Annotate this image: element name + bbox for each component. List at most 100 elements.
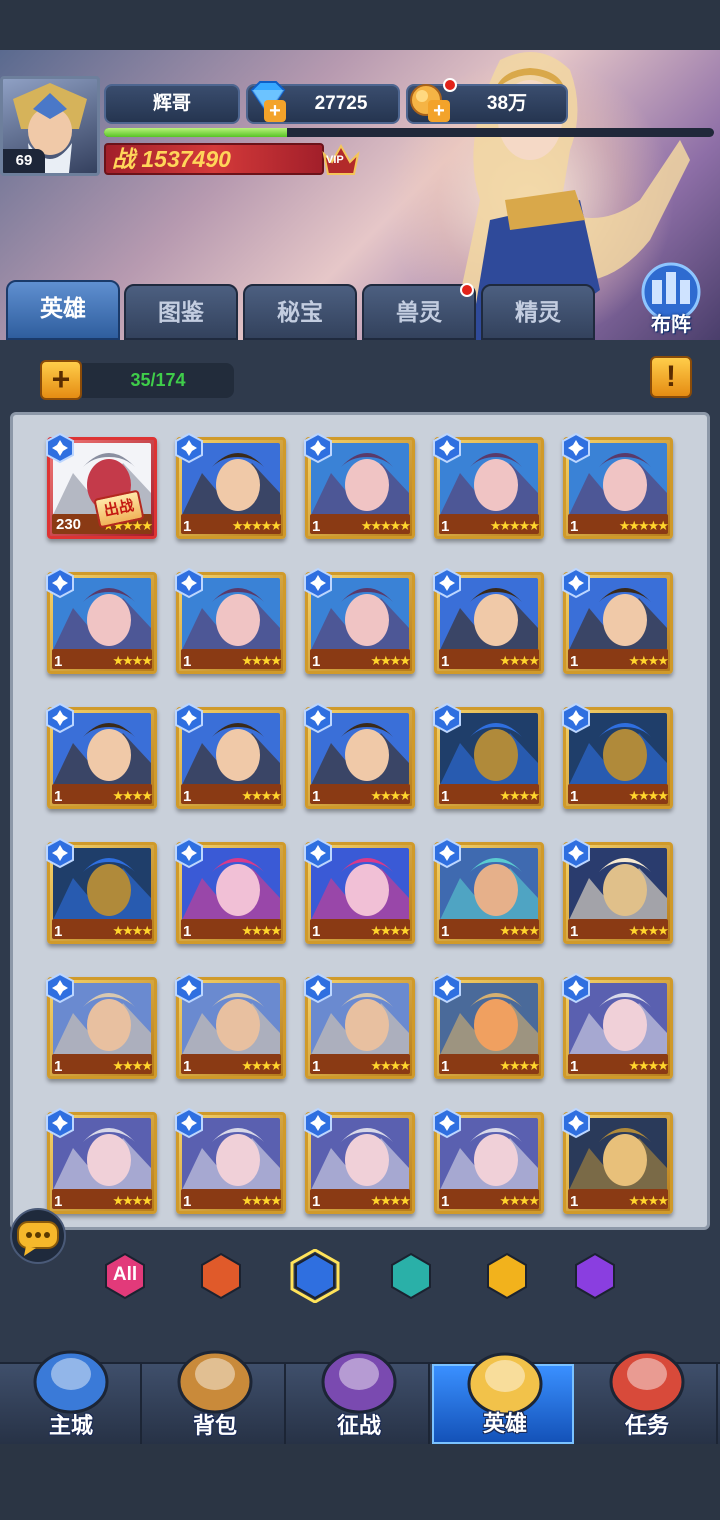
filter-all-button[interactable]: All: [100, 1249, 150, 1303]
hero-card[interactable]: 1 ★★★★: [562, 972, 673, 1079]
hero-card[interactable]: 1 ★★★★: [46, 972, 157, 1079]
hero-level: 1: [441, 653, 450, 670]
nav-quests[interactable]: 任务: [576, 1350, 718, 1444]
hero-stars: ★★★★: [499, 1059, 540, 1074]
filter-all-label: All: [112, 1264, 138, 1285]
tab-codex[interactable]: 图鉴: [124, 284, 238, 340]
scroll-icon: [609, 1350, 685, 1414]
hero-card[interactable]: 1 ★★★★: [175, 972, 286, 1079]
player-avatar[interactable]: 69: [0, 76, 100, 176]
hero-stars: ★★★★: [241, 1194, 282, 1209]
hero-level: 1: [441, 923, 450, 940]
hero-card[interactable]: 1 ★★★★★: [175, 432, 286, 539]
status-bar-area: [0, 0, 720, 50]
hero-stars: ★★★★: [499, 924, 540, 939]
hero-card[interactable]: 1 ★★★★: [433, 702, 544, 809]
hero-card[interactable]: 1 ★★★★: [304, 567, 415, 674]
nav-label: 背包: [192, 1413, 237, 1438]
filter-skull-button[interactable]: [386, 1249, 436, 1303]
hero-card[interactable]: 1 ★★★★: [304, 837, 415, 944]
hero-card[interactable]: 1 ★★★★★: [562, 432, 673, 539]
hero-stars: ★★★★: [241, 654, 282, 669]
add-gold-button[interactable]: +: [428, 100, 450, 122]
hero-card[interactable]: 1 ★★★★: [433, 837, 544, 944]
water-faction-icon: [433, 567, 461, 599]
hero-card[interactable]: 1 ★★★★: [433, 972, 544, 1079]
tab-beast-spirit[interactable]: 兽灵: [362, 284, 476, 340]
add-diamond-button[interactable]: +: [264, 100, 286, 122]
hero-level: 1: [570, 1058, 579, 1075]
nav-heroes[interactable]: 英雄: [432, 1352, 574, 1444]
hero-level: 1: [570, 1193, 579, 1210]
info-button[interactable]: !: [650, 356, 692, 398]
hero-card[interactable]: 1 ★★★★: [562, 567, 673, 674]
vip-badge[interactable]: VIP: [318, 140, 364, 186]
water-faction-icon: [304, 567, 332, 599]
hero-level: 1: [54, 1058, 63, 1075]
hero-card[interactable]: 1 ★★★★: [562, 837, 673, 944]
hero-level: 1: [54, 788, 63, 805]
hero-stars: ★★★★★: [618, 519, 669, 534]
hero-card[interactable]: 1 ★★★★★: [433, 432, 544, 539]
expand-slots-button[interactable]: +: [40, 360, 82, 400]
hero-level: 1: [312, 1193, 321, 1210]
hero-stars: ★★★★: [112, 924, 153, 939]
filter-wind-button[interactable]: [482, 1249, 532, 1303]
water-faction-icon: [304, 972, 332, 1004]
filter-wind-icon: [487, 1252, 527, 1300]
hero-card[interactable]: 1 ★★★★: [433, 1107, 544, 1214]
hero-level: 1: [54, 923, 63, 940]
hero-card[interactable]: 1 ★★★★: [46, 702, 157, 809]
water-faction-icon: [562, 837, 590, 869]
hero-level: 1: [441, 518, 450, 535]
nav-backpack[interactable]: 背包: [144, 1350, 286, 1444]
formation-button[interactable]: 布阵: [628, 258, 714, 338]
tab-treasure[interactable]: 秘宝: [243, 284, 357, 340]
water-faction-icon: [304, 1107, 332, 1139]
water-faction-icon: [175, 972, 203, 1004]
hero-card[interactable]: 1 ★★★★: [175, 837, 286, 944]
hero-stars: ★★★★★: [231, 519, 282, 534]
hero-card[interactable]: 1 ★★★★: [175, 702, 286, 809]
hero-stars: ★★★★: [499, 789, 540, 804]
diamond-amount: 27725: [314, 93, 368, 114]
nav-main-city[interactable]: 主城: [0, 1350, 142, 1444]
hero-card[interactable]: 1 ★★★★: [304, 1107, 415, 1214]
hero-stars: ★★★★: [499, 1194, 540, 1209]
nav-battle[interactable]: 征战: [288, 1350, 430, 1444]
water-faction-icon: [304, 837, 332, 869]
hero-card[interactable]: 1 ★★★★: [175, 567, 286, 674]
tab-heroes[interactable]: 英雄: [6, 280, 120, 340]
filter-shadow-button[interactable]: [570, 1249, 620, 1303]
hero-card[interactable]: 1 ★★★★: [304, 972, 415, 1079]
hero-card[interactable]: 1 ★★★★: [562, 1107, 673, 1214]
hero-card[interactable]: 1 ★★★★: [433, 567, 544, 674]
xp-fill: [104, 128, 287, 137]
formation-label: 布阵: [651, 314, 691, 336]
water-faction-icon: [304, 702, 332, 734]
hero-card[interactable]: 1 ★★★★: [46, 837, 157, 944]
hero-card[interactable]: 1 ★★★★: [175, 1107, 286, 1214]
power-value: 1537490: [141, 146, 231, 172]
hero-level: 1: [312, 518, 321, 535]
filter-water-button[interactable]: [290, 1248, 340, 1304]
hero-stars: ★★★★: [628, 1194, 669, 1209]
water-faction-icon: [46, 972, 74, 1004]
hero-card[interactable]: 1 ★★★★: [46, 567, 157, 674]
water-faction-icon: [175, 702, 203, 734]
filter-fire-button[interactable]: [196, 1249, 246, 1303]
player-name[interactable]: 辉哥: [104, 84, 240, 124]
hero-card[interactable]: 1 ★★★★★: [304, 432, 415, 539]
water-faction-icon: [46, 567, 74, 599]
water-faction-icon: [175, 432, 203, 464]
hero-card[interactable]: 1 ★★★★: [562, 702, 673, 809]
tab-sprite[interactable]: 精灵: [481, 284, 595, 340]
hero-level: 1: [570, 923, 579, 940]
hero-stars: ★★★★: [241, 789, 282, 804]
hero-card[interactable]: 1 ★★★★: [46, 1107, 157, 1214]
hero-card[interactable]: 1 ★★★★: [304, 702, 415, 809]
water-faction-icon: [433, 702, 461, 734]
hero-card[interactable]: 230 ★★★★★ 出战: [46, 432, 157, 539]
water-faction-icon: [433, 837, 461, 869]
filter-shadow-icon: [575, 1252, 615, 1300]
